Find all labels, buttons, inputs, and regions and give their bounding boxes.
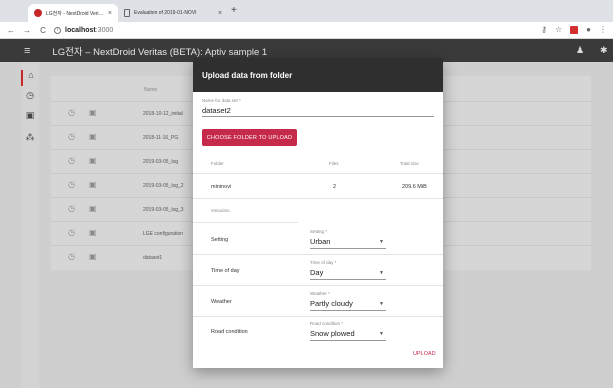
metadata-row-divider [193, 285, 443, 286]
history-icon[interactable]: ◷ [68, 157, 76, 165]
metadata-label: Metadata [211, 208, 230, 213]
key-icon[interactable]: ⚷ [541, 25, 547, 34]
files-cell: 2 [333, 184, 337, 190]
files-column-header: Files [329, 161, 339, 166]
dropdown-arrow-icon[interactable]: ▼ [379, 301, 384, 307]
calendar-icon[interactable]: ▣ [89, 157, 97, 165]
url-host: localhost [65, 26, 96, 34]
row-name: 2019-03-05_log_2 [143, 183, 184, 189]
history-icon[interactable]: ◷ [68, 109, 76, 117]
row-name: 2018-10-12_initial [143, 111, 183, 117]
calendar-icon[interactable]: ▣ [21, 110, 39, 126]
tab-close-icon[interactable]: × [218, 10, 222, 17]
app-title: LG전자 – NextDroid Veritas (BETA): Aptiv s… [52, 46, 268, 58]
time-of-day-label: Time of day [211, 268, 240, 274]
history-icon[interactable]: ◷ [68, 181, 76, 189]
dataset-name-input[interactable]: dataset2 [202, 106, 231, 115]
tab-close-icon[interactable]: × [108, 10, 112, 17]
settings-gear-icon[interactable]: ✱ [600, 45, 608, 56]
metadata-row-divider [193, 254, 443, 255]
time-of-day-select[interactable]: Day [310, 268, 323, 277]
setting-label: Setting [211, 237, 229, 243]
browser-tabstrip: LG전자 - NextDroid Veritas × Evaluation of… [0, 0, 613, 22]
history-icon[interactable]: ◷ [21, 90, 39, 106]
address-bar[interactable]: i localhost:3000 [54, 26, 114, 34]
time-of-day-select-label: Time of day * [310, 260, 337, 265]
browser-tab-evaluation[interactable]: Evaluation of 2019-01-NOVI × [118, 4, 228, 22]
dataset-name-label: Name for data set * [202, 98, 241, 103]
lg-favicon-icon [34, 9, 42, 17]
row-name: 2019-03-05_log_3 [143, 207, 184, 213]
star-icon[interactable]: ☆ [555, 25, 562, 34]
weather-select-label: Weather * [310, 291, 330, 296]
road-condition-select[interactable]: Snow plowed [310, 329, 355, 338]
total-size-cell: 209.6 MiB [402, 184, 427, 190]
extension-icon[interactable] [570, 25, 579, 34]
metadata-divider [193, 222, 298, 223]
time-of-day-select-underline [310, 279, 386, 280]
calendar-icon[interactable]: ▣ [89, 205, 97, 213]
weather-label: Weather [211, 299, 232, 305]
calendar-icon[interactable]: ▣ [89, 253, 97, 261]
row-name: 2019-03-05_log [143, 159, 179, 165]
forward-icon[interactable]: → [22, 26, 32, 35]
folder-row-divider [193, 198, 443, 199]
total-size-column-header: Total size [400, 161, 419, 166]
calendar-icon[interactable]: ▣ [89, 133, 97, 141]
road-condition-select-underline [310, 340, 386, 341]
folder-cell: mininovi [211, 184, 232, 190]
document-favicon-icon [124, 9, 130, 17]
person-icon[interactable]: ♟ [576, 45, 584, 56]
row-name: dataset1 [143, 255, 163, 261]
new-tab-button[interactable]: + [231, 5, 237, 16]
calendar-icon[interactable]: ▣ [89, 181, 97, 189]
history-icon[interactable]: ◷ [68, 229, 76, 237]
upload-dialog: Upload data from folder Name for data se… [193, 58, 443, 368]
column-name-header: Name [144, 87, 158, 93]
choose-folder-button[interactable]: CHOOSE FOLDER TO UPLOAD [202, 129, 297, 146]
menu-kebab-icon[interactable]: ⋮ [599, 25, 607, 34]
calendar-icon[interactable]: ▣ [89, 229, 97, 237]
url-port: :3000 [95, 26, 114, 34]
history-icon[interactable]: ◷ [68, 205, 76, 213]
tab-title: LG전자 - NextDroid Veritas [46, 10, 104, 17]
hierarchy-icon[interactable]: ⁂ [21, 132, 39, 148]
info-icon[interactable]: i [54, 26, 61, 34]
dropdown-arrow-icon[interactable]: ▼ [379, 331, 384, 337]
upload-button[interactable]: UPLOAD [413, 351, 436, 357]
road-condition-label: Road condition [211, 329, 248, 335]
dialog-header: Upload data from folder [193, 58, 443, 92]
calendar-icon[interactable]: ▣ [89, 109, 97, 117]
dataset-name-underline [202, 116, 434, 117]
dropdown-arrow-icon[interactable]: ▼ [379, 239, 384, 245]
reload-icon[interactable]: C [38, 26, 48, 35]
left-nav: ⌂ ◷ ▣ ⁂ [21, 62, 39, 388]
home-icon[interactable]: ⌂ [21, 70, 39, 86]
setting-select[interactable]: Urban [310, 237, 330, 246]
row-name: 2018-11-16_PG [143, 135, 179, 141]
metadata-row-divider [193, 316, 443, 317]
row-name: LGE configuration [143, 231, 184, 237]
history-icon[interactable]: ◷ [68, 133, 76, 141]
history-icon[interactable]: ◷ [68, 253, 76, 261]
folder-table-divider [193, 173, 443, 174]
dialog-title: Upload data from folder [202, 71, 293, 80]
weather-select[interactable]: Partly cloudy [310, 299, 353, 308]
road-condition-select-label: Road condition * [310, 321, 344, 326]
weather-select-underline [310, 310, 386, 311]
dropdown-arrow-icon[interactable]: ▼ [379, 270, 384, 276]
browser-tab-active[interactable]: LG전자 - NextDroid Veritas × [28, 4, 118, 22]
back-icon[interactable]: ← [6, 26, 16, 35]
browser-toolbar: ← → C i localhost:3000 [0, 22, 613, 39]
setting-select-underline [310, 248, 386, 249]
tab-title: Evaluation of 2019-01-NOVI [134, 10, 197, 16]
folder-column-header: Folder [211, 161, 224, 166]
browser-toolbar-actions: ⚷ ☆ ● ⋮ [541, 25, 607, 34]
setting-select-label: Setting * [310, 229, 328, 234]
hamburger-menu-icon[interactable]: ≡ [24, 45, 30, 57]
account-icon[interactable]: ● [586, 25, 591, 34]
